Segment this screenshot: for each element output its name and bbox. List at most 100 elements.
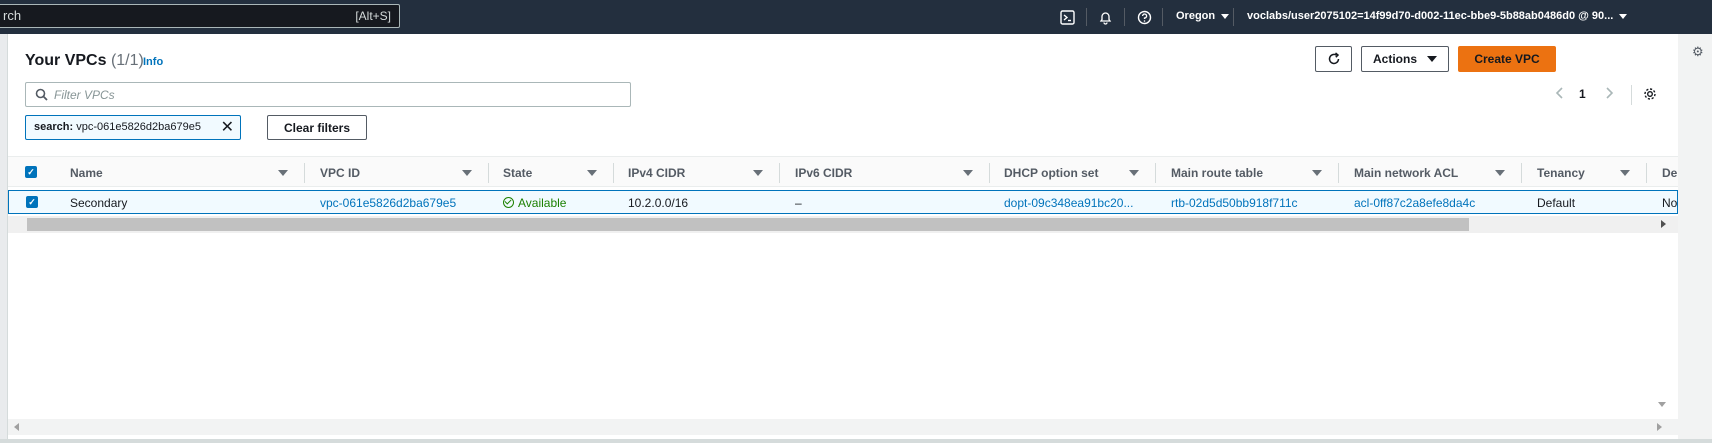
column-resizer[interactable] <box>1155 163 1156 183</box>
global-search-input[interactable]: rch [Alt+S] <box>0 4 400 28</box>
chevron-down-icon <box>1221 13 1230 19</box>
nav-divider <box>1124 8 1125 26</box>
create-vpc-button[interactable]: Create VPC <box>1458 46 1556 72</box>
next-page-button[interactable] <box>1604 86 1614 103</box>
split-panel-divider[interactable] <box>0 439 1712 443</box>
filter-token-key: search: <box>34 121 74 133</box>
scroll-left-arrow-icon[interactable] <box>14 423 19 431</box>
cell-default-vpc: No <box>1662 196 1678 210</box>
column-resizer[interactable] <box>488 163 489 183</box>
refresh-icon <box>1328 52 1339 65</box>
actions-dropdown-button[interactable]: Actions <box>1361 46 1449 72</box>
search-icon <box>35 88 48 106</box>
clear-filters-label: Clear filters <box>283 120 351 135</box>
scroll-down-arrow-icon[interactable] <box>1658 402 1666 407</box>
column-header-main-route-table[interactable]: Main route table <box>1171 166 1263 180</box>
column-resizer[interactable] <box>1646 163 1647 183</box>
sort-icon[interactable] <box>1129 170 1139 176</box>
column-header-state[interactable]: State <box>503 166 532 180</box>
clear-filters-button[interactable]: Clear filters <box>267 115 367 140</box>
account-label: voclabs/user2075102=14f99d70-d002-11ec-b… <box>1247 10 1614 22</box>
remove-filter-icon[interactable]: ✕ <box>221 116 234 139</box>
gear-icon <box>1644 88 1656 100</box>
page-horizontal-scrollbar[interactable] <box>8 419 1678 435</box>
column-resizer[interactable] <box>1521 163 1522 183</box>
refresh-button[interactable] <box>1315 46 1352 72</box>
help-icon[interactable] <box>1135 8 1153 26</box>
search-shortcut-hint: [Alt+S] <box>355 9 391 23</box>
region-label: Oregon <box>1176 10 1216 22</box>
cell-ipv6-cidr: – <box>795 196 802 210</box>
column-resizer[interactable] <box>989 163 990 183</box>
cell-name: Secondary <box>70 196 128 210</box>
selection-count: (1/1) <box>110 52 144 69</box>
right-tools-rail: ⚙ <box>1678 34 1712 443</box>
account-menu[interactable]: voclabs/user2075102=14f99d70-d002-11ec-b… <box>1247 10 1628 22</box>
chevron-right-icon <box>1606 87 1614 99</box>
select-all-checkbox[interactable]: ✓ <box>25 166 37 178</box>
info-panel-icon[interactable]: ⚙ <box>1692 44 1704 60</box>
info-link[interactable]: Info <box>143 56 163 68</box>
table-row[interactable]: ✓ Secondary vpc-061e5826d2ba679e5 Availa… <box>8 190 1678 214</box>
sort-icon[interactable] <box>1312 170 1322 176</box>
notifications-bell-icon[interactable] <box>1096 8 1114 26</box>
column-header-ipv4-cidr[interactable]: IPv4 CIDR <box>628 166 685 180</box>
column-resizer[interactable] <box>1338 163 1339 183</box>
search-text: rch <box>3 8 22 23</box>
cell-main-route-table-link[interactable]: rtb-02d5d50bb918f711c <box>1171 196 1298 210</box>
nav-divider <box>1086 8 1087 26</box>
sort-icon[interactable] <box>753 170 763 176</box>
create-vpc-label: Create VPC <box>1474 52 1540 66</box>
previous-page-button[interactable] <box>1555 86 1565 103</box>
region-selector[interactable]: Oregon <box>1176 10 1230 22</box>
table-horizontal-scrollbar[interactable] <box>8 216 1678 233</box>
nav-divider <box>1162 8 1163 26</box>
column-header-main-network-acl[interactable]: Main network ACL <box>1354 166 1458 180</box>
filter-token: search: vpc-061e5826d2ba679e5 ✕ <box>25 115 241 140</box>
top-navigation-bar: rch [Alt+S] Oregon voclabs/user2075102=1… <box>0 0 1712 34</box>
column-header-vpc-id[interactable]: VPC ID <box>320 166 360 180</box>
left-navigation-rail[interactable] <box>0 34 8 443</box>
state-label: Available <box>518 196 567 210</box>
cloudshell-icon[interactable] <box>1058 8 1076 26</box>
scrollbar-thumb[interactable] <box>27 218 1469 231</box>
column-header-ipv6-cidr[interactable]: IPv6 CIDR <box>795 166 852 180</box>
column-header-tenancy[interactable]: Tenancy <box>1537 166 1585 180</box>
column-resizer[interactable] <box>613 163 614 183</box>
sort-icon[interactable] <box>587 170 597 176</box>
sort-icon[interactable] <box>1620 170 1630 176</box>
sort-icon[interactable] <box>462 170 472 176</box>
cell-vpc-id-link[interactable]: vpc-061e5826d2ba679e5 <box>320 196 456 210</box>
column-header-dhcp-option-set[interactable]: DHCP option set <box>1004 166 1098 180</box>
table-header-row: ✓ Name VPC ID State IPv4 CIDR IPv6 CIDR … <box>8 156 1678 187</box>
filter-input[interactable] <box>54 86 614 104</box>
current-page-number[interactable]: 1 <box>1579 87 1586 101</box>
cell-dhcp-option-set-link[interactable]: dopt-09c348ea91bc20... <box>1004 196 1133 210</box>
cell-state: Available <box>503 196 566 210</box>
filter-vpcs-field[interactable] <box>25 82 631 107</box>
sort-icon[interactable] <box>278 170 288 176</box>
column-header-default-vpc[interactable]: De <box>1662 166 1678 180</box>
chevron-left-icon <box>1555 87 1563 99</box>
cell-main-network-acl-link[interactable]: acl-0ff87c2a8efe8da4c <box>1354 196 1475 210</box>
cell-tenancy: Default <box>1537 196 1576 210</box>
scroll-right-arrow-icon[interactable] <box>1661 220 1666 228</box>
cell-ipv4-cidr: 10.2.0.0/16 <box>628 196 689 210</box>
table-preferences-button[interactable] <box>1643 87 1657 104</box>
chevron-down-icon <box>1619 13 1628 19</box>
nav-divider <box>1233 8 1234 26</box>
pager-divider <box>1631 85 1632 105</box>
column-header-name[interactable]: Name <box>70 166 103 180</box>
caret-down-icon <box>1427 56 1437 62</box>
column-resizer[interactable] <box>304 163 305 183</box>
scroll-right-arrow-icon[interactable] <box>1657 423 1662 431</box>
column-resizer[interactable] <box>779 163 780 183</box>
filter-token-value: vpc-061e5826d2ba679e5 <box>73 121 201 133</box>
sort-icon[interactable] <box>963 170 973 176</box>
row-select-checkbox[interactable]: ✓ <box>26 196 38 208</box>
status-available-icon <box>503 197 514 208</box>
title-text: Your VPCs <box>25 52 107 69</box>
actions-label: Actions <box>1372 52 1417 66</box>
sort-icon[interactable] <box>1495 170 1505 176</box>
page-title: Your VPCs (1/1) <box>25 52 144 70</box>
